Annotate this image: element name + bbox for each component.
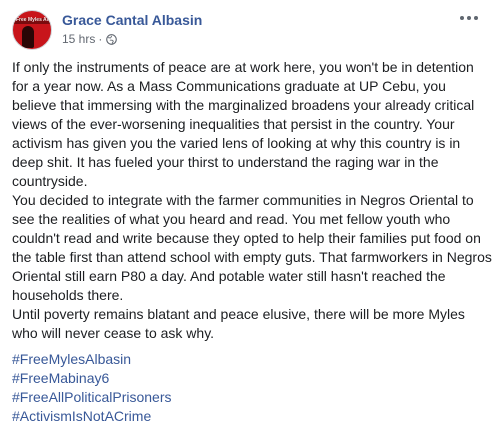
avatar-figure [22,26,34,48]
post-header: Free Myles Albasin Grace Cantal Albasin … [12,10,485,50]
more-dot [474,16,478,20]
hashtag-link[interactable]: #FreeMabinay6 [12,369,485,388]
more-dot [467,16,471,20]
avatar[interactable]: Free Myles Albasin [12,10,52,50]
meta-separator: · [98,32,103,46]
post-paragraph-3: Until poverty remains blatant and peace … [12,306,465,341]
author-name[interactable]: Grace Cantal Albasin [62,12,202,28]
post-meta: 15 hrs · [62,32,118,46]
hashtag-link[interactable]: #FreeAllPoliticalPrisoners [12,388,485,407]
hashtag-list: #FreeMylesAlbasin #FreeMabinay6 #FreeAll… [12,350,485,426]
more-dot [460,16,464,20]
hashtag-link[interactable]: #FreeMylesAlbasin [12,350,485,369]
globe-icon[interactable] [106,33,118,45]
avatar-logo-text: Free Myles Albasin [16,17,50,23]
more-options-icon[interactable] [457,10,481,26]
post-paragraph-2: You decided to integrate with the farmer… [12,192,492,303]
hashtag-link[interactable]: #ActivismIsNotACrime [12,407,485,426]
facebook-post: Free Myles Albasin Grace Cantal Albasin … [0,0,497,434]
timestamp[interactable]: 15 hrs [62,32,95,46]
post-body: If only the instruments of peace are at … [12,58,492,343]
post-paragraph-1: If only the instruments of peace are at … [12,59,475,189]
